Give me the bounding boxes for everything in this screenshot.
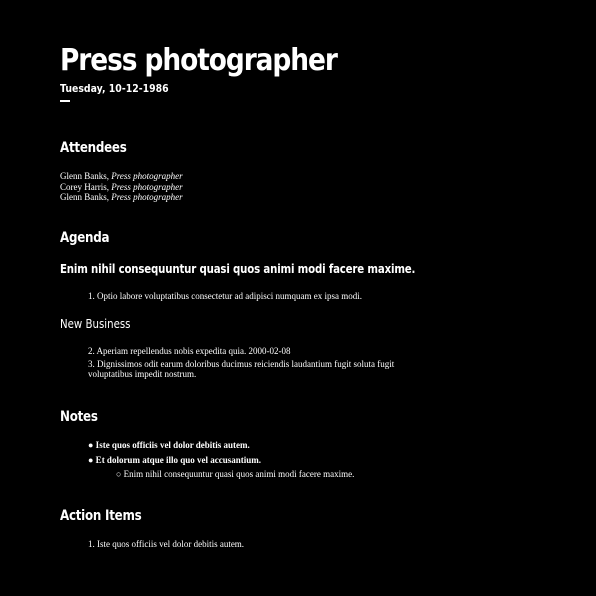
agenda-list: 1. Optio labore voluptatibus consectetur… [60, 291, 428, 302]
attendee-item: Corey Harris, Press photographer [60, 182, 183, 193]
attendees-list: Glenn Banks, Press photographer Corey Ha… [60, 171, 183, 203]
title-divider [60, 100, 70, 102]
attendee-role: Press photographer [111, 192, 183, 202]
action-items-list: 1. Iste quos officiis vel dolor debitis … [60, 539, 428, 550]
note-sub-bullet: ○ Enim nihil consequuntur quasi quos ani… [116, 469, 355, 479]
agenda-item: 2. Aperiam repellendus nobis expedita qu… [88, 346, 291, 356]
attendee-name: Glenn Banks, [60, 192, 112, 202]
attendee-item: Glenn Banks, Press photographer [60, 171, 183, 182]
document-title: Press photographer [60, 43, 338, 78]
note-bullet: ● Iste quos officiis vel dolor debitis a… [88, 440, 250, 450]
meeting-date: Tuesday, 10-12-1986 [60, 82, 169, 95]
attendee-name: Glenn Banks, [60, 171, 112, 181]
action-item: 1. Iste quos officiis vel dolor debitis … [88, 539, 245, 549]
action-items-heading: Action Items [60, 508, 142, 524]
agenda-item: 3. Dignissimos odit earum doloribus duci… [88, 358, 395, 380]
document-page: Press photographer Tuesday, 10-12-1986 A… [0, 0, 596, 596]
notes-heading: Notes [60, 409, 98, 425]
attendee-role: Press photographer [111, 181, 183, 192]
agenda-heading: Agenda [60, 230, 110, 246]
note-bullet: ● Et dolorum atque illo quo vel accusant… [88, 454, 261, 465]
new-business-heading: New Business [60, 317, 131, 331]
agenda-subheading: Enim nihil consequuntur quasi quos animi… [60, 262, 416, 276]
attendee-item: Glenn Banks, Press photographer [60, 192, 183, 203]
notes-list: ● Iste quos officiis vel dolor debitis a… [60, 440, 354, 480]
attendees-heading: Attendees [60, 140, 127, 156]
new-business-list: 2. Aperiam repellendus nobis expedita qu… [60, 346, 428, 380]
attendee-name: Corey Harris, [60, 181, 112, 192]
agenda-item: 1. Optio labore voluptatibus consectetur… [88, 291, 362, 301]
attendee-role: Press photographer [111, 171, 183, 181]
